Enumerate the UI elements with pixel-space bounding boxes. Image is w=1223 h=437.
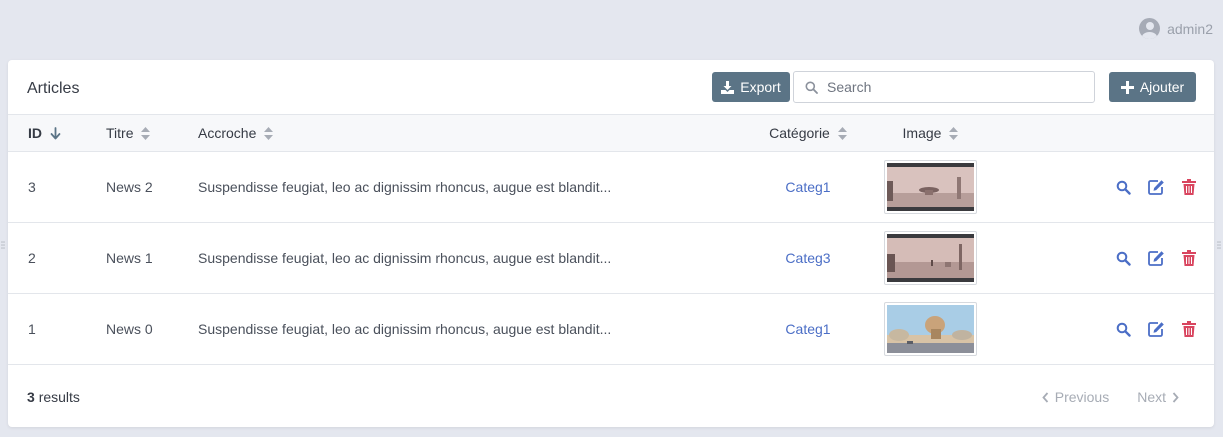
cell-category: Categ3 bbox=[758, 223, 858, 294]
resize-handle-left-icon[interactable] bbox=[1, 240, 5, 250]
article-thumbnail[interactable] bbox=[884, 302, 977, 356]
add-label: Ajouter bbox=[1139, 79, 1185, 95]
plus-icon bbox=[1120, 80, 1134, 94]
table-footer: 3 results Previous Next bbox=[8, 364, 1214, 427]
search-icon bbox=[805, 81, 818, 94]
search-field[interactable] bbox=[793, 71, 1095, 103]
category-link[interactable]: Categ1 bbox=[785, 321, 830, 337]
card-header: Articles Export Ajouter bbox=[8, 60, 1214, 114]
cell-category: Categ1 bbox=[758, 294, 858, 365]
user-menu[interactable]: admin2 bbox=[1139, 18, 1213, 39]
cell-category: Categ1 bbox=[758, 152, 858, 223]
column-header-image[interactable]: Image bbox=[858, 115, 1003, 152]
show-button[interactable] bbox=[1113, 248, 1133, 268]
previous-label: Previous bbox=[1054, 389, 1110, 405]
search-icon bbox=[1116, 251, 1131, 266]
delete-icon bbox=[1182, 179, 1196, 195]
category-link[interactable]: Categ3 bbox=[785, 250, 830, 266]
table-row[interactable]: 1 News 0 Suspendisse feugiat, leo ac dig… bbox=[8, 294, 1214, 365]
delete-icon bbox=[1182, 250, 1196, 266]
results-label: results bbox=[38, 389, 80, 405]
chevron-right-icon bbox=[1172, 391, 1179, 403]
edit-button[interactable] bbox=[1146, 177, 1166, 197]
delete-button[interactable] bbox=[1179, 319, 1199, 339]
cell-title: News 1 bbox=[106, 250, 153, 266]
export-button[interactable]: Export bbox=[712, 72, 790, 102]
cell-id: 2 bbox=[28, 250, 36, 266]
pagination: Previous Next bbox=[1042, 389, 1179, 405]
cell-actions bbox=[1003, 294, 1214, 365]
cell-id: 3 bbox=[28, 179, 36, 195]
results-count: 3 results bbox=[27, 389, 80, 405]
cell-actions bbox=[1003, 223, 1214, 294]
show-button[interactable] bbox=[1113, 177, 1133, 197]
table-header-row: ID Titre Accroche Catégorie Image bbox=[8, 114, 1214, 152]
category-link[interactable]: Categ1 bbox=[785, 179, 830, 195]
articles-card: Articles Export Ajouter bbox=[8, 60, 1214, 427]
table-row[interactable]: 3 News 2 Suspendisse feugiat, leo ac dig… bbox=[8, 152, 1214, 223]
delete-button[interactable] bbox=[1179, 248, 1199, 268]
cell-title: News 2 bbox=[106, 179, 153, 195]
next-button[interactable]: Next bbox=[1137, 389, 1179, 405]
search-icon bbox=[1116, 322, 1131, 337]
cell-image bbox=[858, 152, 1003, 223]
edit-icon bbox=[1147, 251, 1164, 266]
previous-button[interactable]: Previous bbox=[1042, 389, 1109, 405]
edit-button[interactable] bbox=[1146, 248, 1166, 268]
delete-button[interactable] bbox=[1179, 177, 1199, 197]
column-header-actions bbox=[1003, 115, 1214, 152]
articles-table: ID Titre Accroche Catégorie Image 3 News… bbox=[8, 114, 1214, 365]
cell-image bbox=[858, 294, 1003, 365]
column-header-id[interactable]: ID bbox=[8, 115, 106, 152]
sort-icon bbox=[264, 126, 274, 140]
article-thumbnail[interactable] bbox=[884, 160, 977, 214]
user-avatar-icon bbox=[1139, 18, 1161, 39]
show-button[interactable] bbox=[1113, 319, 1133, 339]
export-label: Export bbox=[740, 79, 781, 95]
download-icon bbox=[721, 80, 735, 94]
sort-icon bbox=[949, 126, 959, 140]
column-header-category[interactable]: Catégorie bbox=[758, 115, 858, 152]
cell-excerpt: Suspendisse feugiat, leo ac dignissim rh… bbox=[198, 179, 612, 195]
edit-button[interactable] bbox=[1146, 319, 1166, 339]
chevron-left-icon bbox=[1042, 391, 1048, 403]
sort-icon bbox=[141, 126, 151, 140]
delete-icon bbox=[1182, 321, 1196, 337]
search-input[interactable] bbox=[827, 79, 1087, 95]
cell-actions bbox=[1003, 152, 1214, 223]
cell-image bbox=[858, 223, 1003, 294]
resize-handle-right-icon[interactable] bbox=[1217, 240, 1221, 250]
edit-icon bbox=[1147, 180, 1164, 195]
cell-title: News 0 bbox=[106, 321, 153, 337]
sort-icon bbox=[837, 126, 847, 140]
column-header-title[interactable]: Titre bbox=[106, 115, 198, 152]
arrow-down-icon bbox=[50, 126, 61, 139]
cell-excerpt: Suspendisse feugiat, leo ac dignissim rh… bbox=[198, 250, 612, 266]
search-icon bbox=[1116, 180, 1131, 195]
results-number: 3 bbox=[27, 389, 35, 405]
username: admin2 bbox=[1167, 20, 1213, 37]
column-header-excerpt[interactable]: Accroche bbox=[198, 115, 758, 152]
next-label: Next bbox=[1137, 389, 1166, 405]
table-row[interactable]: 2 News 1 Suspendisse feugiat, leo ac dig… bbox=[8, 223, 1214, 294]
article-thumbnail[interactable] bbox=[884, 231, 977, 285]
cell-excerpt: Suspendisse feugiat, leo ac dignissim rh… bbox=[198, 321, 612, 337]
add-button[interactable]: Ajouter bbox=[1109, 72, 1196, 102]
edit-icon bbox=[1147, 322, 1164, 337]
cell-id: 1 bbox=[28, 321, 36, 337]
page-title: Articles bbox=[27, 80, 80, 97]
